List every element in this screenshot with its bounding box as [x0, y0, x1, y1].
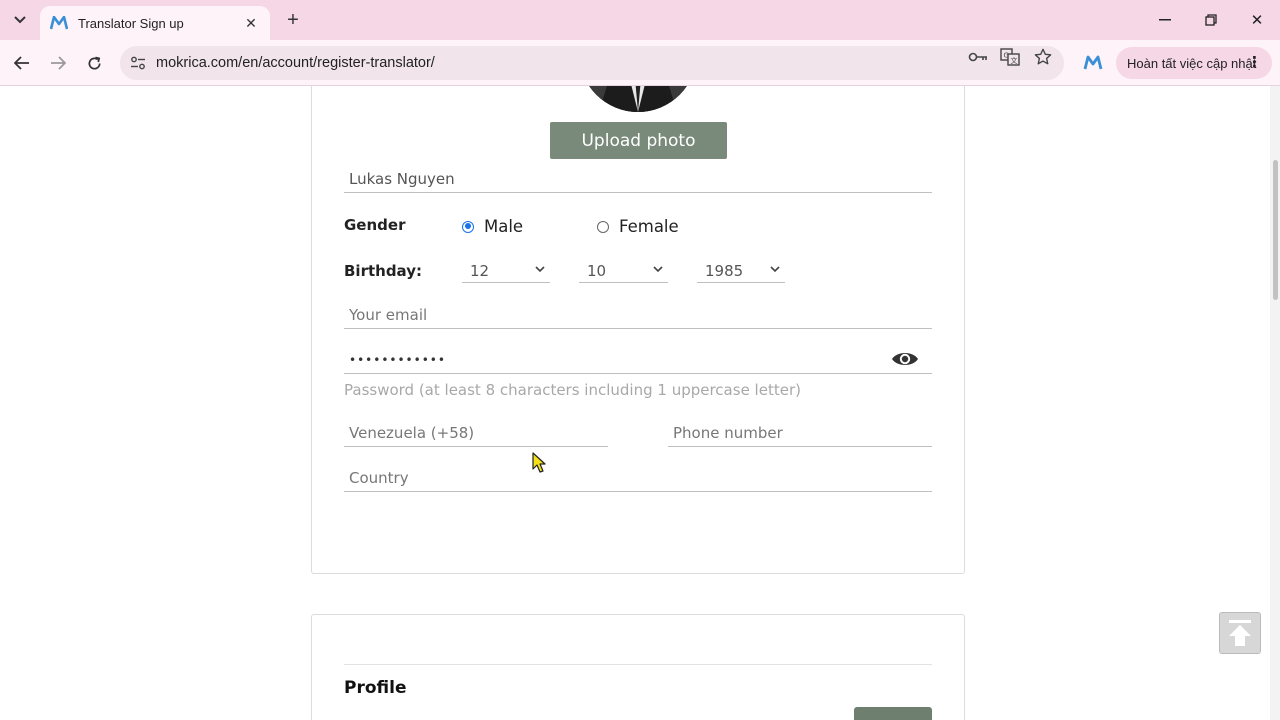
- tab-strip: Translator Sign up ✕ + ✕: [0, 0, 1280, 40]
- chevron-down-icon: [653, 266, 663, 273]
- upload-photo-button[interactable]: Upload photo: [550, 122, 727, 159]
- restore-icon[interactable]: [1188, 0, 1234, 40]
- active-tab[interactable]: Translator Sign up ✕: [40, 6, 270, 40]
- country-field[interactable]: [344, 464, 932, 492]
- chevron-down-icon: [770, 266, 780, 273]
- menu-kebab-icon[interactable]: ⋮: [1247, 53, 1262, 71]
- phone-code-field[interactable]: [344, 419, 608, 447]
- birthday-year-value: 1985: [705, 261, 744, 280]
- browser-toolbar: mokrica.com/en/account/register-translat…: [0, 40, 1280, 86]
- minimize-icon[interactable]: [1142, 0, 1188, 40]
- page-scrollbar[interactable]: [1270, 86, 1280, 720]
- password-hint: Password (at least 8 characters includin…: [344, 381, 801, 399]
- birthday-day-value: 12: [470, 261, 490, 280]
- page-viewport: Upload photo Gender Male Female Birthday…: [0, 86, 1280, 720]
- full-name-field[interactable]: [344, 165, 932, 193]
- password-field[interactable]: [344, 346, 932, 374]
- update-button[interactable]: Hoàn tất việc cập nhật ⋮: [1116, 47, 1272, 79]
- close-window-icon[interactable]: ✕: [1234, 0, 1280, 40]
- birthday-month-select[interactable]: 10: [579, 259, 668, 283]
- arrow-up-icon: [1229, 620, 1251, 646]
- birthday-year-select[interactable]: 1985: [697, 259, 785, 283]
- birthday-label: Birthday:: [344, 262, 422, 280]
- update-label: Hoàn tất việc cập nhật: [1127, 55, 1257, 71]
- tab-search-chevron-icon[interactable]: [8, 8, 32, 32]
- site-settings-icon[interactable]: [120, 56, 156, 70]
- url-text: mokrica.com/en/account/register-translat…: [156, 55, 435, 71]
- email-field[interactable]: [344, 301, 932, 329]
- country-input[interactable]: [344, 464, 932, 491]
- gender-male-label: Male: [484, 217, 524, 236]
- phone-number-input[interactable]: [668, 419, 932, 446]
- radio-checked-icon: [462, 220, 474, 233]
- radio-unchecked-icon: [597, 220, 609, 233]
- account-card: Upload photo Gender Male Female Birthday…: [311, 86, 965, 574]
- password-key-icon[interactable]: [966, 46, 990, 68]
- gender-label: Gender: [344, 216, 406, 234]
- show-password-eye-icon[interactable]: [890, 348, 920, 370]
- gender-male-radio[interactable]: Male: [462, 217, 523, 236]
- address-bar[interactable]: mokrica.com/en/account/register-translat…: [120, 46, 1064, 80]
- phone-code-input[interactable]: [344, 419, 608, 446]
- tab-close-icon[interactable]: ✕: [242, 15, 260, 32]
- scroll-to-top-button[interactable]: [1219, 612, 1261, 654]
- password-input[interactable]: [344, 346, 932, 373]
- gender-female-radio[interactable]: Female: [597, 217, 679, 236]
- mokrica-extension-icon[interactable]: [1082, 52, 1104, 74]
- profile-card: Profile: [311, 614, 965, 720]
- email-input[interactable]: [344, 301, 932, 328]
- forward-arrow-icon[interactable]: [45, 50, 71, 76]
- phone-number-field[interactable]: [668, 419, 932, 447]
- new-tab-icon[interactable]: +: [282, 8, 304, 32]
- svg-text:G: G: [1004, 52, 1009, 60]
- birthday-day-select[interactable]: 12: [462, 259, 550, 283]
- gender-female-label: Female: [619, 217, 679, 236]
- mouse-cursor-icon: [532, 452, 546, 473]
- svg-text:文: 文: [1011, 56, 1018, 65]
- profile-divider: [344, 664, 932, 665]
- profile-action-button[interactable]: [854, 707, 932, 720]
- profile-section-title: Profile: [344, 678, 407, 698]
- scrollbar-thumb[interactable]: [1273, 160, 1278, 300]
- reload-icon[interactable]: [81, 50, 107, 76]
- back-arrow-icon[interactable]: [9, 50, 35, 76]
- translate-icon[interactable]: G文: [998, 46, 1022, 68]
- full-name-input[interactable]: [344, 165, 932, 192]
- birthday-month-value: 10: [587, 261, 607, 280]
- tab-title: Translator Sign up: [78, 15, 184, 31]
- bookmark-star-icon[interactable]: [1031, 46, 1055, 68]
- mokrica-logo-icon: [50, 16, 68, 30]
- profile-avatar: [579, 86, 697, 112]
- chevron-down-icon: [535, 266, 545, 273]
